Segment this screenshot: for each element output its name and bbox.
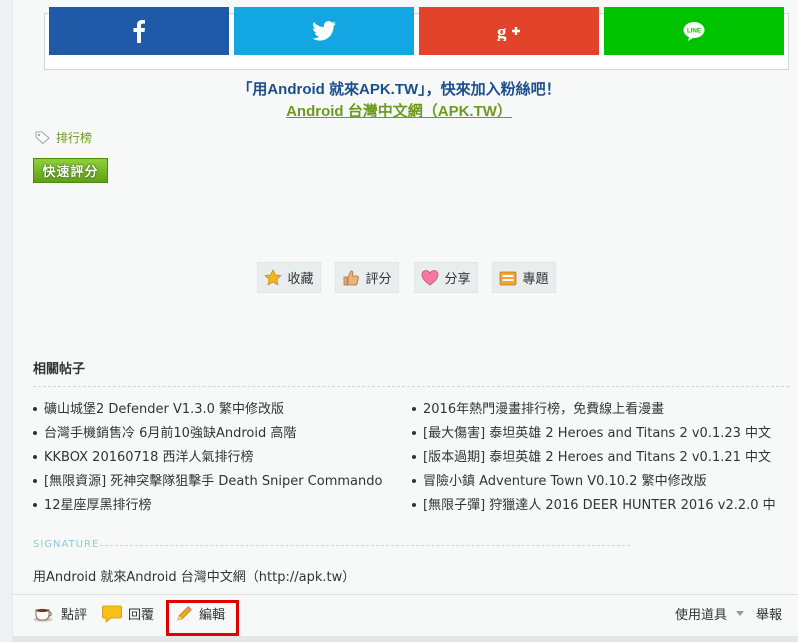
related-title: 相關帖子 <box>33 362 86 377</box>
line-share-button[interactable]: LINE <box>604 7 784 55</box>
related-item[interactable]: 冒險小鎮 Adventure Town V0.10.2 繁中修改版 <box>412 472 792 496</box>
related-item-label: 12星座厚黑排行榜 <box>44 498 152 513</box>
reply-label: 回覆 <box>128 608 155 623</box>
report-label: 舉報 <box>756 608 783 623</box>
svg-text:g: g <box>497 22 507 41</box>
bullet-icon <box>33 478 37 483</box>
related-item[interactable]: 礦山城堡2 Defender V1.3.0 繁中修改版 <box>33 400 382 424</box>
rate-button[interactable]: 評分 <box>335 262 399 293</box>
heart-icon <box>422 269 439 285</box>
related-item[interactable]: KKBOX 20160718 西洋人氣排行榜 <box>33 448 382 472</box>
caret-down-icon <box>736 611 745 616</box>
thumbs-up-icon <box>344 270 360 285</box>
signature-text: 用Android 就來Android 台灣中文網（http://apk.tw） <box>33 570 356 585</box>
report-button[interactable]: 舉報 <box>756 604 782 623</box>
related-item[interactable]: 2016年熱門漫畫排行榜，免費線上看漫畫 <box>412 400 792 424</box>
signature-divider <box>100 545 630 546</box>
related-item-label: 礦山城堡2 Defender V1.3.0 繁中修改版 <box>44 402 285 417</box>
tag-icon <box>35 131 50 144</box>
speech-bubble-icon <box>102 605 122 623</box>
google-plus-share-button[interactable]: g <box>419 7 599 55</box>
rate-label: 評分 <box>365 272 392 287</box>
share-label: 分享 <box>444 272 471 287</box>
related-item[interactable]: 台灣手機銷售冷 6月前10強缺Android 高階 <box>33 424 382 448</box>
divider <box>33 386 789 387</box>
related-list-right: 2016年熱門漫畫排行榜，免費線上看漫畫 [最大傷害] 泰坦英雄 2 Heroe… <box>412 400 792 520</box>
tag-link[interactable]: 排行榜 <box>56 129 92 146</box>
svg-text:LINE: LINE <box>687 28 701 35</box>
favorite-label: 收藏 <box>287 272 314 287</box>
tag-row: 排行榜 <box>35 129 92 146</box>
related-item-label: 台灣手機銷售冷 6月前10強缺Android 高階 <box>44 426 297 441</box>
facebook-share-button[interactable] <box>49 7 229 55</box>
edit-highlight-box <box>166 600 239 636</box>
bullet-icon <box>33 406 37 411</box>
related-item-label: [最大傷害] 泰坦英雄 2 Heroes and Titans 2 v0.1.2… <box>423 426 772 441</box>
related-item-label: KKBOX 20160718 西洋人氣排行榜 <box>44 450 254 465</box>
twitter-icon <box>312 21 336 41</box>
bullet-icon <box>412 478 416 483</box>
related-list-left: 礦山城堡2 Defender V1.3.0 繁中修改版 台灣手機銷售冷 6月前1… <box>33 400 382 520</box>
folder-icon <box>500 271 517 285</box>
related-item-label: [無限子彈] 狩獵達人 2016 DEER HUNTER 2016 v2.2.0… <box>423 498 776 513</box>
related-item[interactable]: [無限資源] 死神突擊隊狙擊手 Death Sniper Commando <box>33 472 382 496</box>
post-actions: 收藏 評分 分享 專題 <box>0 262 798 294</box>
bullet-icon <box>33 430 37 435</box>
related-item-label: 2016年熱門漫畫排行榜，免費線上看漫畫 <box>423 402 665 417</box>
share-button[interactable]: 分享 <box>414 262 478 293</box>
topic-label: 專題 <box>522 272 549 287</box>
star-icon <box>264 268 283 285</box>
related-item[interactable]: [最大傷害] 泰坦英雄 2 Heroes and Titans 2 v0.1.2… <box>412 424 792 448</box>
favorite-button[interactable]: 收藏 <box>257 262 321 293</box>
twitter-share-button[interactable] <box>234 7 414 55</box>
related-item-label: [無限資源] 死神突擊隊狙擊手 Death Sniper Commando <box>44 474 383 489</box>
promo-headline: 「用Android 就來APK.TW」，快來加入粉絲吧！ <box>237 81 561 98</box>
quick-rate-button[interactable]: 快速評分 <box>33 158 108 183</box>
facebook-icon <box>133 20 145 43</box>
coffee-cup-icon <box>33 608 53 622</box>
related-item[interactable]: [無限子彈] 狩獵達人 2016 DEER HUNTER 2016 v2.2.0… <box>412 496 792 520</box>
comment-button[interactable]: 點評 <box>33 604 87 623</box>
bullet-icon <box>412 430 416 435</box>
related-item[interactable]: 12星座厚黑排行榜 <box>33 496 382 520</box>
bottom-bar <box>12 636 798 642</box>
footer-divider <box>12 594 798 595</box>
promo-link[interactable]: Android 台灣中文網（APK.TW） <box>286 103 512 120</box>
use-tool-label: 使用道具 <box>675 608 728 623</box>
bullet-icon <box>412 502 416 507</box>
signature-label: SIGNATURE <box>33 539 100 550</box>
bullet-icon <box>412 406 416 411</box>
related-item-label: [版本過期] 泰坦英雄 2 Heroes and Titans 2 v0.1.2… <box>423 450 772 465</box>
bullet-icon <box>33 502 37 507</box>
related-item-label: 冒險小鎮 Adventure Town V0.10.2 繁中修改版 <box>423 474 707 489</box>
use-tool-menu[interactable]: 使用道具 <box>675 604 745 623</box>
related-item[interactable]: [版本過期] 泰坦英雄 2 Heroes and Titans 2 v0.1.2… <box>412 448 792 472</box>
topic-button[interactable]: 專題 <box>492 262 556 293</box>
bullet-icon <box>33 454 37 459</box>
bullet-icon <box>412 454 416 459</box>
promo-link-wrap: Android 台灣中文網（APK.TW） <box>0 100 798 121</box>
google-plus-icon: g <box>497 22 520 41</box>
comment-label: 點評 <box>61 608 88 623</box>
reply-button[interactable]: 回覆 <box>102 604 154 623</box>
line-icon: LINE <box>683 22 705 41</box>
